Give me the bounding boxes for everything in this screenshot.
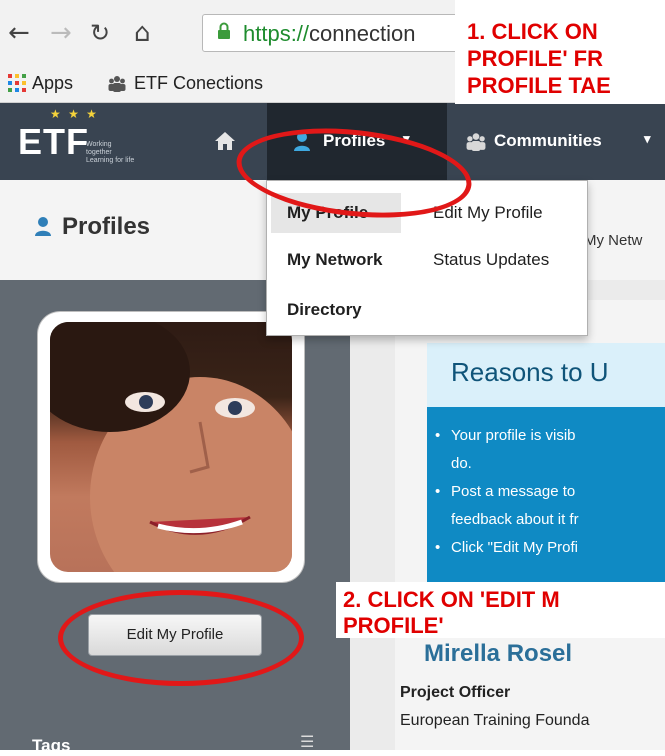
bookmark-etf-conections[interactable]: ETF Conections (134, 73, 263, 94)
bullet-icon: • (435, 427, 441, 444)
reason-line: do. (451, 455, 472, 472)
annotation-step2-line2: PROFILE' (343, 613, 444, 638)
annotation-step1-line3: PROFILE TAE (467, 73, 611, 98)
bookmark-apps[interactable]: Apps (32, 73, 73, 94)
reasons-title: Reasons to U (451, 357, 609, 387)
bullet-icon: • (435, 483, 441, 500)
bullet-icon: • (435, 539, 441, 556)
home-nav-icon[interactable] (214, 131, 236, 156)
reasons-header: Reasons to U (427, 343, 665, 407)
lock-icon (217, 22, 230, 39)
annotation-step1-line1: 1. CLICK ON (467, 19, 598, 44)
home-icon[interactable]: ⌂ (134, 20, 151, 46)
logo-tagline: Working together Learning for life (86, 141, 135, 164)
reason-line: Your profile is visib (451, 427, 576, 444)
annotation-step2-line1: 2. CLICK ON 'EDIT M (343, 587, 560, 612)
community-icon (108, 74, 126, 97)
url-text: https://connection (243, 21, 416, 46)
menu-item-directory[interactable]: Directory (287, 300, 362, 320)
nav-communities[interactable]: Communities (494, 131, 602, 151)
profile-photo (50, 322, 292, 572)
annotation-step1-line2: PROFILE' FR (467, 46, 604, 71)
communities-chevron-icon: ▾ (644, 131, 651, 146)
logo-stars: ★ ★ ★ (50, 107, 99, 121)
etf-logo[interactable]: ETF (18, 121, 89, 163)
profile-photo-frame (38, 312, 304, 582)
highlight-ellipse-edit-button (58, 590, 304, 686)
menu-icon[interactable]: ☰ (300, 732, 314, 752)
reason-line[interactable]: Click "Edit My Profi (451, 539, 578, 556)
back-arrow-icon[interactable]: ← (8, 20, 30, 46)
menu-item-my-network[interactable]: My Network (287, 250, 382, 270)
apps-grid-icon (8, 74, 26, 97)
page-title: Profiles (62, 213, 151, 240)
communities-icon (466, 131, 486, 156)
menu-item-status-updates[interactable]: Status Updates (433, 250, 549, 270)
reason-line: Post a message to (451, 483, 576, 500)
reason-line: feedback about it fr (451, 511, 579, 528)
tab-my-network[interactable]: My Netw (584, 232, 642, 249)
reasons-panel: Reasons to U • Your profile is visib do.… (427, 343, 665, 611)
page-title-person-icon (34, 216, 52, 241)
profile-organization: European Training Founda (400, 712, 590, 729)
profile-job-title: Project Officer (400, 684, 511, 701)
tags-heading: Tags (32, 736, 71, 755)
forward-arrow-icon[interactable]: → (50, 20, 72, 46)
profile-name: Mirella Rosel (424, 640, 573, 667)
reload-icon[interactable]: ↻ (90, 20, 110, 46)
